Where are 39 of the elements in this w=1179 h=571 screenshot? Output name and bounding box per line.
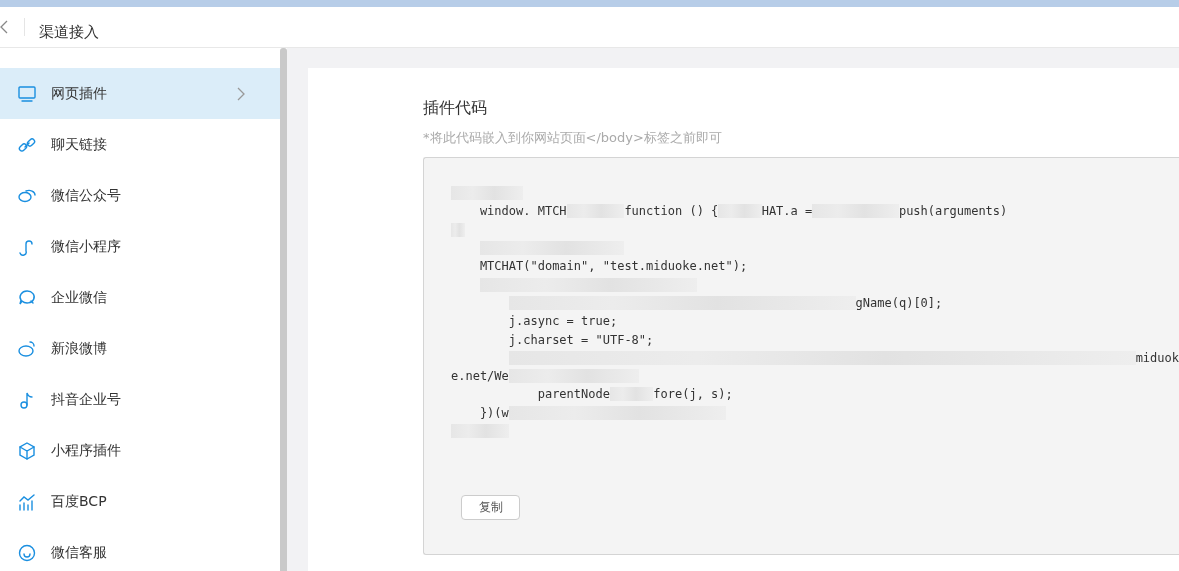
bar-chart-icon — [18, 492, 36, 511]
sidebar-item[interactable]: 微信客服 — [0, 527, 280, 571]
weibo-icon — [18, 339, 36, 358]
cube-icon — [18, 441, 36, 460]
code-text: j.charset = "UTF-8"; — [508, 332, 654, 347]
code-text: window. MTCH — [479, 204, 567, 219]
code-text: function () { — [624, 204, 719, 219]
sidebar-item[interactable]: 新浪微博 — [0, 323, 280, 374]
sidebar-item[interactable]: 微信小程序 — [0, 221, 280, 272]
smile-icon — [18, 543, 36, 562]
code-text: gName(q)[0]; — [855, 295, 943, 310]
sidebar-item[interactable]: 微信公众号 — [0, 170, 280, 221]
section-title: 插件代码 — [423, 98, 488, 119]
music-note-icon — [18, 390, 36, 409]
sidebar-item[interactable]: 小程序插件 — [0, 425, 280, 476]
code-text: MTCHAT("domain", "test.miduoke.net"); — [479, 259, 748, 274]
sidebar-item[interactable]: 聊天链接 — [0, 119, 280, 170]
sidebar-item[interactable]: 抖音企业号 — [0, 374, 280, 425]
code-text: parentNode — [537, 387, 610, 402]
chevron-right-icon — [237, 86, 245, 101]
copy-button[interactable]: 复制 — [461, 495, 520, 520]
sidebar-item[interactable]: 企业微信 — [0, 272, 280, 323]
page-title: 渠道接入 — [39, 21, 99, 42]
link-icon — [18, 135, 36, 154]
code-text: e.net/We — [451, 369, 509, 384]
sidebar-item[interactable]: 百度BCP — [0, 476, 280, 527]
code-text: })(w — [479, 405, 509, 420]
code-text: HAT.a = — [761, 204, 813, 219]
chat-bubble-icon — [18, 288, 36, 307]
code-text: fore(j, s); — [653, 387, 733, 402]
scrollbar[interactable] — [280, 48, 287, 571]
monitor-icon — [18, 84, 36, 103]
code-text: miduok — [1135, 350, 1179, 365]
code-text: push(arguments) — [898, 204, 1008, 219]
hint-text: *将此代码嵌入到你网站页面</body>标签之前即可 — [423, 129, 723, 147]
code-text: j.async = true; — [508, 314, 618, 329]
sidebar-item[interactable]: 网页插件 — [0, 68, 280, 119]
back-chevron-icon[interactable] — [0, 20, 8, 34]
curve-icon — [18, 237, 36, 256]
